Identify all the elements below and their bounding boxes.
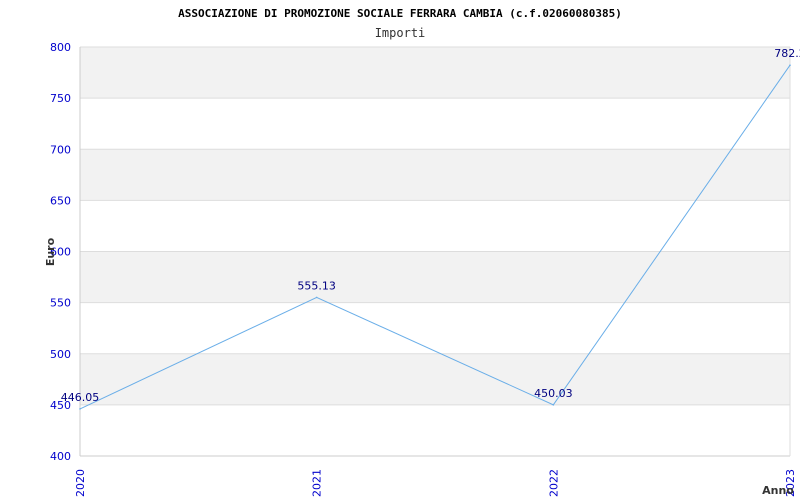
y-tick-label: 500 — [50, 348, 71, 361]
data-point — [552, 404, 555, 406]
data-label: 555.13 — [297, 279, 336, 292]
y-tick-label: 550 — [50, 297, 71, 310]
x-tick-labels: 2020 2021 2022 2023 — [74, 469, 797, 497]
y-tick-label: 400 — [50, 450, 71, 463]
y-tick-label: 700 — [50, 143, 71, 156]
y-axis-label: Euro — [44, 237, 57, 266]
grid-band — [80, 251, 790, 303]
data-point — [315, 296, 318, 299]
data-point — [79, 408, 81, 410]
x-tick-label: 2022 — [547, 469, 560, 497]
x-tick-label: 2021 — [311, 469, 324, 497]
y-tick-label: 650 — [50, 194, 71, 207]
data-point — [789, 64, 791, 67]
grid-band — [80, 302, 790, 354]
chart-title: ASSOCIAZIONE DI PROMOZIONE SOCIALE FERRA… — [178, 7, 622, 20]
data-label: 450.03 — [534, 387, 573, 400]
grid-band — [80, 404, 790, 456]
grid-band — [80, 98, 790, 150]
line-chart: ASSOCIAZIONE DI PROMOZIONE SOCIALE FERRA… — [44, 7, 800, 497]
data-label: 782.2 — [774, 47, 800, 60]
y-tick-label: 750 — [50, 92, 71, 105]
grid-band — [80, 200, 790, 252]
grid-band — [80, 47, 790, 99]
x-tick-label: 2020 — [74, 469, 87, 497]
grid-band — [80, 149, 790, 201]
grid-band — [80, 353, 790, 405]
chart-subtitle: Importi — [375, 26, 426, 40]
x-axis-label: Anno — [762, 484, 794, 497]
y-tick-label: 800 — [50, 41, 71, 54]
data-label: 446.05 — [61, 391, 100, 404]
